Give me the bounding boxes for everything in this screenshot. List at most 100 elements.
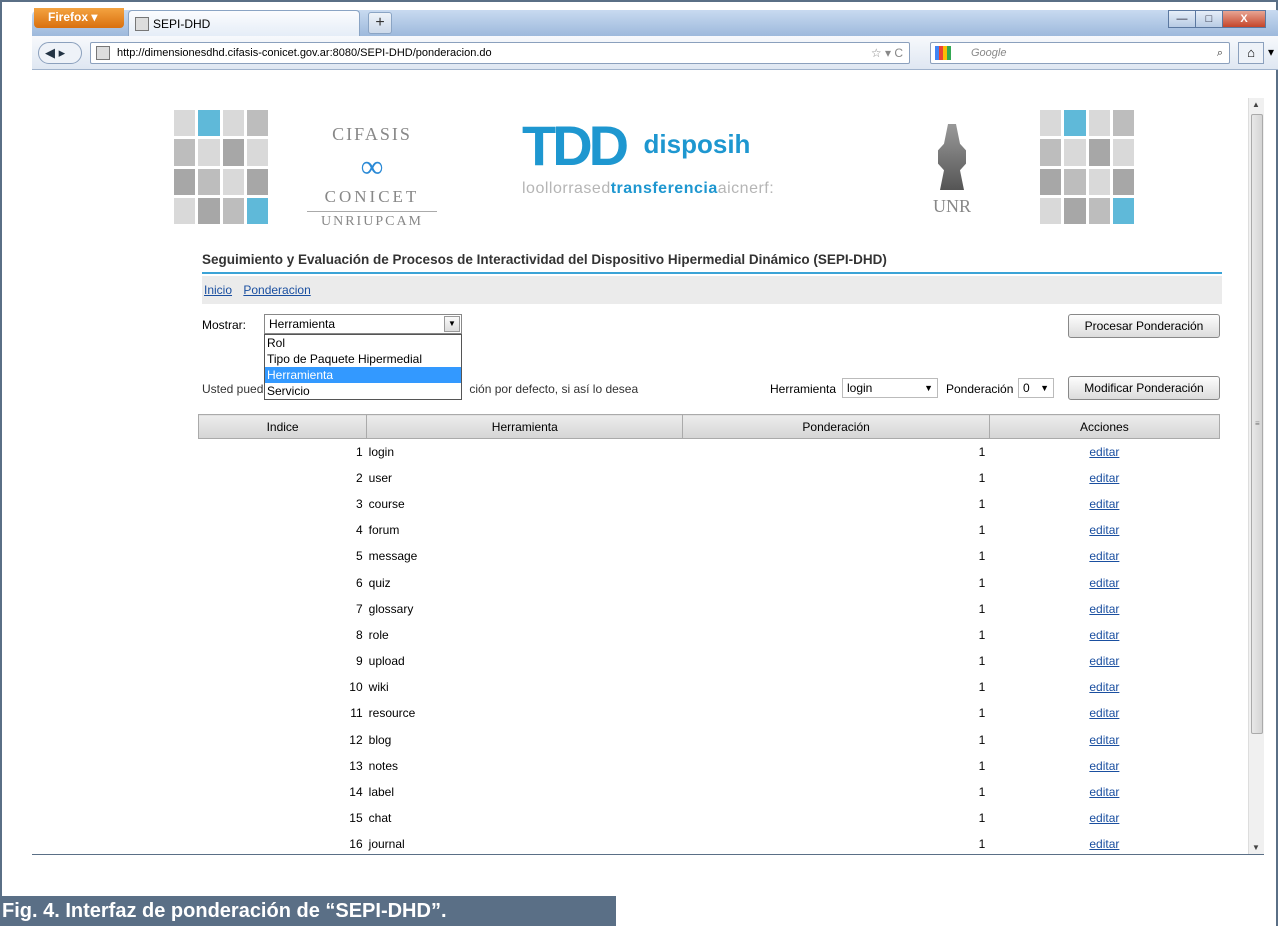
- table-header-row: Indice Herramienta Ponderación Acciones: [197, 414, 1221, 439]
- mostrar-dropdown-list: Rol Tipo de Paquete Hipermedial Herramient…: [264, 334, 462, 400]
- editar-link[interactable]: editar: [1089, 837, 1119, 851]
- editar-link[interactable]: editar: [1089, 785, 1119, 799]
- cifasis-text: CIFASIS: [332, 124, 412, 144]
- editar-link[interactable]: editar: [1089, 706, 1119, 720]
- ponderacion-label: Ponderación: [946, 382, 1014, 396]
- editar-link[interactable]: editar: [1089, 733, 1119, 747]
- row-herramienta: user: [368, 470, 392, 485]
- editar-link[interactable]: editar: [1089, 549, 1119, 563]
- page-title: Seguimiento y Evaluación de Procesos de …: [202, 252, 1222, 274]
- maximize-button[interactable]: □: [1195, 10, 1223, 28]
- row-index: 12: [349, 732, 363, 747]
- editar-link[interactable]: editar: [1089, 759, 1119, 773]
- table-row: 14 label 1 editar: [199, 779, 1220, 805]
- new-tab-button[interactable]: +: [368, 12, 392, 34]
- table-row: 10 wiki 1 editar: [199, 674, 1220, 700]
- scroll-up-icon[interactable]: ▲: [1252, 100, 1260, 109]
- scrollbar-thumb[interactable]: ≡: [1251, 114, 1263, 734]
- chevron-down-icon[interactable]: ▼: [924, 379, 933, 397]
- table-body: 1 login 1 editar 2 user 1 editar 3 course 1 editar 4…: [199, 439, 1220, 855]
- editar-link[interactable]: editar: [1089, 680, 1119, 694]
- figure-caption: Fig. 4. Interfaz de ponderación de “SEPI…: [0, 896, 616, 926]
- editar-link[interactable]: editar: [1089, 471, 1119, 485]
- row-herramienta: wiki: [368, 680, 389, 695]
- ponderacion-select-value: 0: [1023, 381, 1030, 395]
- close-button[interactable]: X: [1222, 10, 1266, 28]
- row-index: 2: [355, 470, 363, 485]
- header-acciones[interactable]: Acciones: [988, 414, 1221, 439]
- editar-link[interactable]: editar: [1089, 576, 1119, 590]
- dropdown-option[interactable]: Servicio: [265, 383, 461, 399]
- editar-link[interactable]: editar: [1089, 811, 1119, 825]
- table-row: 5 message 1 editar: [199, 543, 1220, 569]
- row-ponderacion: 1: [978, 601, 986, 616]
- left-mosaic-logo: [174, 110, 268, 224]
- header-herramienta[interactable]: Herramienta: [366, 414, 684, 439]
- row-ponderacion: 1: [978, 470, 986, 485]
- editar-link[interactable]: editar: [1089, 497, 1119, 511]
- chevron-down-icon[interactable]: ▼: [444, 316, 460, 332]
- header-indice[interactable]: Indice: [197, 414, 368, 439]
- editar-link[interactable]: editar: [1089, 445, 1119, 459]
- chevron-down-icon[interactable]: ▼: [1040, 379, 1049, 397]
- breadcrumb-inicio-link[interactable]: Inicio: [204, 283, 232, 297]
- herramienta-select[interactable]: login ▼: [842, 378, 938, 398]
- minimize-button[interactable]: —: [1168, 10, 1196, 28]
- ponderacion-table: Indice Herramienta Ponderación Acciones …: [197, 414, 1221, 855]
- row-index: 4: [355, 523, 363, 538]
- row-ponderacion: 1: [978, 811, 986, 826]
- row-index: 14: [349, 785, 363, 800]
- url-bar[interactable]: http://dimensionesdhd.cifasis-conicet.go…: [90, 42, 910, 64]
- row-herramienta: label: [368, 785, 395, 800]
- td-tagline: loollorrasedtransferenciaaicnerf:: [522, 180, 775, 197]
- table-row: 13 notes 1 editar: [199, 753, 1220, 779]
- row-index: 1: [355, 444, 363, 459]
- vertical-scrollbar[interactable]: ▲ ≡ ▼: [1248, 98, 1264, 854]
- row-herramienta: course: [368, 496, 405, 511]
- editar-link[interactable]: editar: [1089, 628, 1119, 642]
- search-box[interactable]: Google ⌕: [930, 42, 1230, 64]
- row-index: 11: [350, 706, 363, 721]
- back-forward-buttons[interactable]: ◀ ▸: [38, 42, 82, 64]
- row-index: 16: [349, 837, 363, 852]
- row-herramienta: notes: [368, 758, 399, 773]
- navigation-bar: ◀ ▸ http://dimensionesdhd.cifasis-conice…: [32, 36, 1278, 70]
- row-ponderacion: 1: [978, 785, 986, 800]
- row-herramienta: chat: [368, 811, 392, 826]
- row-index: 15: [349, 811, 363, 826]
- conicet-text: CONICET: [324, 187, 420, 206]
- table-row: 11 resource 1 editar: [199, 700, 1220, 726]
- tab-title: SEPI-DHD: [153, 17, 211, 31]
- row-herramienta: forum: [368, 523, 400, 538]
- dropdown-option[interactable]: Tipo de Paquete Hipermedial: [265, 351, 461, 367]
- table-row: 7 glossary 1 editar: [199, 596, 1220, 622]
- ponderacion-select[interactable]: 0 ▼: [1018, 378, 1054, 398]
- row-ponderacion: 1: [978, 575, 986, 590]
- modificar-ponderacion-button[interactable]: Modificar Ponderación: [1068, 376, 1220, 400]
- favicon-icon: [135, 17, 149, 31]
- scroll-down-icon[interactable]: ▼: [1252, 843, 1260, 852]
- dropdown-option[interactable]: Rol: [265, 335, 461, 351]
- mostrar-select[interactable]: Herramienta ▼: [264, 314, 462, 334]
- header-ponderacion[interactable]: Ponderación: [682, 414, 990, 439]
- editar-link[interactable]: editar: [1089, 523, 1119, 537]
- firefox-menu-button[interactable]: Firefox ▾: [34, 8, 124, 28]
- row-index: 7: [355, 601, 363, 616]
- search-icon[interactable]: ⌕: [1217, 43, 1223, 63]
- browser-tab[interactable]: SEPI-DHD: [128, 10, 360, 36]
- row-ponderacion: 1: [978, 732, 986, 747]
- unr-text: UNR: [932, 196, 971, 216]
- editar-link[interactable]: editar: [1089, 602, 1119, 616]
- unr-logo: UNR: [912, 124, 992, 217]
- dropdown-option[interactable]: Herramienta: [265, 367, 461, 383]
- row-ponderacion: 1: [978, 758, 986, 773]
- bookmark-star-icon[interactable]: ☆ ▾ C: [871, 43, 903, 63]
- home-icon[interactable]: ⌂: [1238, 42, 1264, 64]
- editar-link[interactable]: editar: [1089, 654, 1119, 668]
- breadcrumb-ponderacion-link[interactable]: Ponderacion: [243, 283, 310, 297]
- bookmarks-icon[interactable]: ▾: [1268, 42, 1278, 64]
- row-ponderacion: 1: [978, 654, 986, 669]
- procesar-ponderacion-button[interactable]: Procesar Ponderación: [1068, 314, 1220, 338]
- row-ponderacion: 1: [978, 627, 986, 642]
- row-herramienta: login: [368, 444, 395, 459]
